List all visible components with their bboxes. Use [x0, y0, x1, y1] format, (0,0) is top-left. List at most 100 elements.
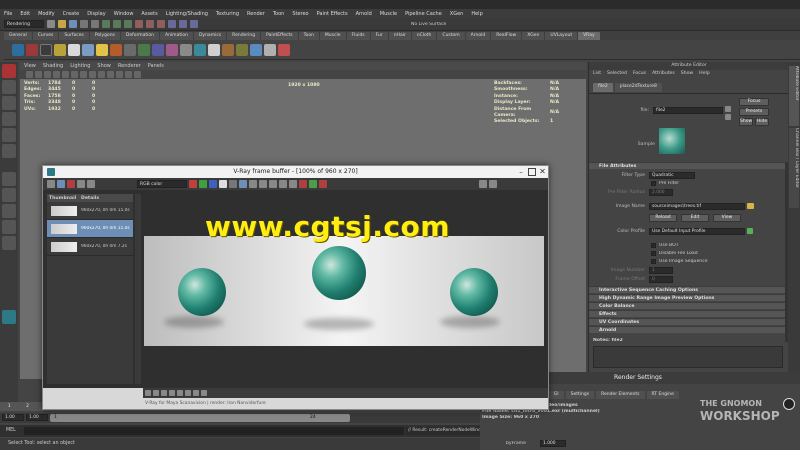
vray-sphere-light-icon[interactable] — [68, 43, 80, 56]
view-button[interactable]: View — [713, 214, 741, 222]
tab-general[interactable]: General — [4, 31, 32, 40]
tab-polygons[interactable]: Polygons — [89, 31, 120, 40]
select-component-icon[interactable] — [124, 20, 132, 28]
focus-button[interactable]: Focus — [739, 98, 769, 106]
frame-offset-field[interactable]: 0 — [649, 276, 673, 283]
snap-curve-icon[interactable] — [146, 20, 154, 28]
menu-window[interactable]: Window — [114, 11, 134, 17]
vray-proxy-icon[interactable] — [124, 43, 136, 56]
vray-mesh-light-icon[interactable] — [110, 43, 122, 56]
vray-subdivision-icon[interactable] — [236, 43, 248, 56]
move-tool-icon[interactable] — [2, 112, 16, 126]
section-hdr-preview[interactable]: High Dynamic Range Image Preview Options — [589, 294, 785, 301]
file-node-name-field[interactable]: file2 — [653, 107, 723, 114]
bookmarks-icon[interactable] — [44, 71, 51, 78]
disable-file-load-checkbox[interactable] — [651, 251, 656, 256]
tab-animation[interactable]: Animation — [160, 31, 193, 40]
layout-side-icon[interactable] — [2, 204, 16, 218]
save-scene-icon[interactable] — [69, 20, 77, 28]
menu-xgen[interactable]: XGen — [450, 11, 464, 17]
grid-toggle-icon[interactable] — [62, 71, 69, 78]
range-start-field[interactable]: 1.00 — [2, 414, 24, 421]
menu-texturing[interactable]: Texturing — [216, 11, 239, 17]
vfb-bottom-icon[interactable] — [193, 390, 199, 396]
select-hierarchy-icon[interactable] — [102, 20, 110, 28]
tab-rt-engine[interactable]: RT Engine — [646, 391, 679, 399]
image-name-field[interactable]: sourceimages\trees.tif — [649, 203, 745, 210]
start-render-icon[interactable] — [309, 180, 317, 188]
viewport-menu-panels[interactable]: Panels — [148, 63, 164, 69]
side-tab-channel-box[interactable]: Channel Box / Layer Editor — [789, 128, 799, 208]
tab-painteffects[interactable]: PaintEffects — [261, 31, 298, 40]
ae-menu-selected[interactable]: Selected — [607, 71, 627, 76]
history-item[interactable]: 960x270, 0h 0m 7.2s — [47, 238, 133, 256]
ae-menu-show[interactable]: Show — [681, 71, 693, 76]
notes-field[interactable] — [593, 346, 783, 368]
vfb-bottom-icon[interactable] — [153, 390, 159, 396]
xray-icon[interactable] — [134, 71, 141, 78]
menu-help[interactable]: Help — [471, 11, 482, 17]
vfb-bottom-icon[interactable] — [145, 390, 151, 396]
vray-ipr-icon[interactable] — [26, 43, 38, 56]
tab-surfaces[interactable]: Surfaces — [59, 31, 89, 40]
undo-icon[interactable] — [80, 20, 88, 28]
playback-start-field[interactable]: 1.00 — [26, 414, 48, 421]
stop-render-icon[interactable] — [299, 180, 307, 188]
node-input-icon[interactable] — [725, 114, 731, 120]
menu-muscle[interactable]: Muscle — [380, 11, 397, 17]
filter-type-select[interactable]: Quadratic — [649, 172, 695, 179]
vray-material-icon[interactable] — [166, 43, 178, 56]
layout-graph-icon[interactable] — [2, 236, 16, 250]
tab-uvlayout[interactable]: UVLayout — [545, 31, 578, 40]
section-interactive-caching[interactable]: Interactive Sequence Caching Options — [589, 286, 785, 293]
tab-file2[interactable]: file2 — [593, 83, 613, 92]
ipr-render-icon[interactable] — [179, 20, 187, 28]
layout-single-icon[interactable] — [2, 172, 16, 186]
viewport-menu-view[interactable]: View — [24, 63, 36, 69]
vfb-bottom-icon[interactable] — [169, 390, 175, 396]
tab-muscle[interactable]: Muscle — [319, 31, 346, 40]
reload-button[interactable]: Reload — [649, 214, 677, 222]
color-profile-select[interactable]: Use Default Input Profile — [649, 228, 745, 235]
section-effects[interactable]: Effects — [589, 310, 785, 317]
camera-attributes-icon[interactable] — [35, 71, 42, 78]
snap-point-icon[interactable] — [157, 20, 165, 28]
redo-icon[interactable] — [91, 20, 99, 28]
load-image-icon[interactable] — [249, 180, 257, 188]
menu-assets[interactable]: Assets — [141, 11, 157, 17]
lights-icon[interactable] — [116, 71, 123, 78]
vray-render-elements-icon[interactable] — [222, 43, 234, 56]
blue-channel-icon[interactable] — [209, 180, 217, 188]
tab-dynamics[interactable]: Dynamics — [193, 31, 227, 40]
lens-effects-icon[interactable] — [479, 180, 487, 188]
tab-xgen[interactable]: XGen — [522, 31, 545, 40]
menu-create[interactable]: Create — [63, 11, 80, 17]
tab-curves[interactable]: Curves — [32, 31, 59, 40]
presets-button[interactable]: Presets — [739, 108, 769, 116]
clear-history-icon[interactable] — [67, 180, 75, 188]
image-number-field[interactable]: 1 — [649, 267, 673, 274]
textured-icon[interactable] — [107, 71, 114, 78]
vfb-bottom-icon[interactable] — [185, 390, 191, 396]
menu-modify[interactable]: Modify — [38, 11, 55, 17]
resolution-gate-icon[interactable] — [80, 71, 87, 78]
monochrome-icon[interactable] — [229, 180, 237, 188]
tab-gi[interactable]: GI — [548, 391, 564, 399]
folder-icon[interactable] — [747, 203, 754, 209]
mel-label[interactable]: MEL — [6, 428, 16, 433]
by-frame-field[interactable]: 1.000 — [540, 440, 566, 447]
open-scene-icon[interactable] — [58, 20, 66, 28]
tab-realflow[interactable]: RealFlow — [491, 31, 522, 40]
viewport-menu-renderer[interactable]: Renderer — [118, 63, 141, 69]
red-channel-icon[interactable] — [189, 180, 197, 188]
wireframe-icon[interactable] — [89, 71, 96, 78]
link-maya-icon[interactable] — [289, 180, 297, 188]
image-plane-icon[interactable] — [53, 71, 60, 78]
snap-grid-icon[interactable] — [135, 20, 143, 28]
menu-render[interactable]: Render — [247, 11, 265, 17]
tab-arnold[interactable]: Arnold — [465, 31, 491, 40]
vray-dome-light-icon[interactable] — [82, 43, 94, 56]
history-splitter[interactable] — [135, 194, 141, 384]
layout-persp-outliner-icon[interactable] — [2, 220, 16, 234]
new-scene-icon[interactable] — [47, 20, 55, 28]
